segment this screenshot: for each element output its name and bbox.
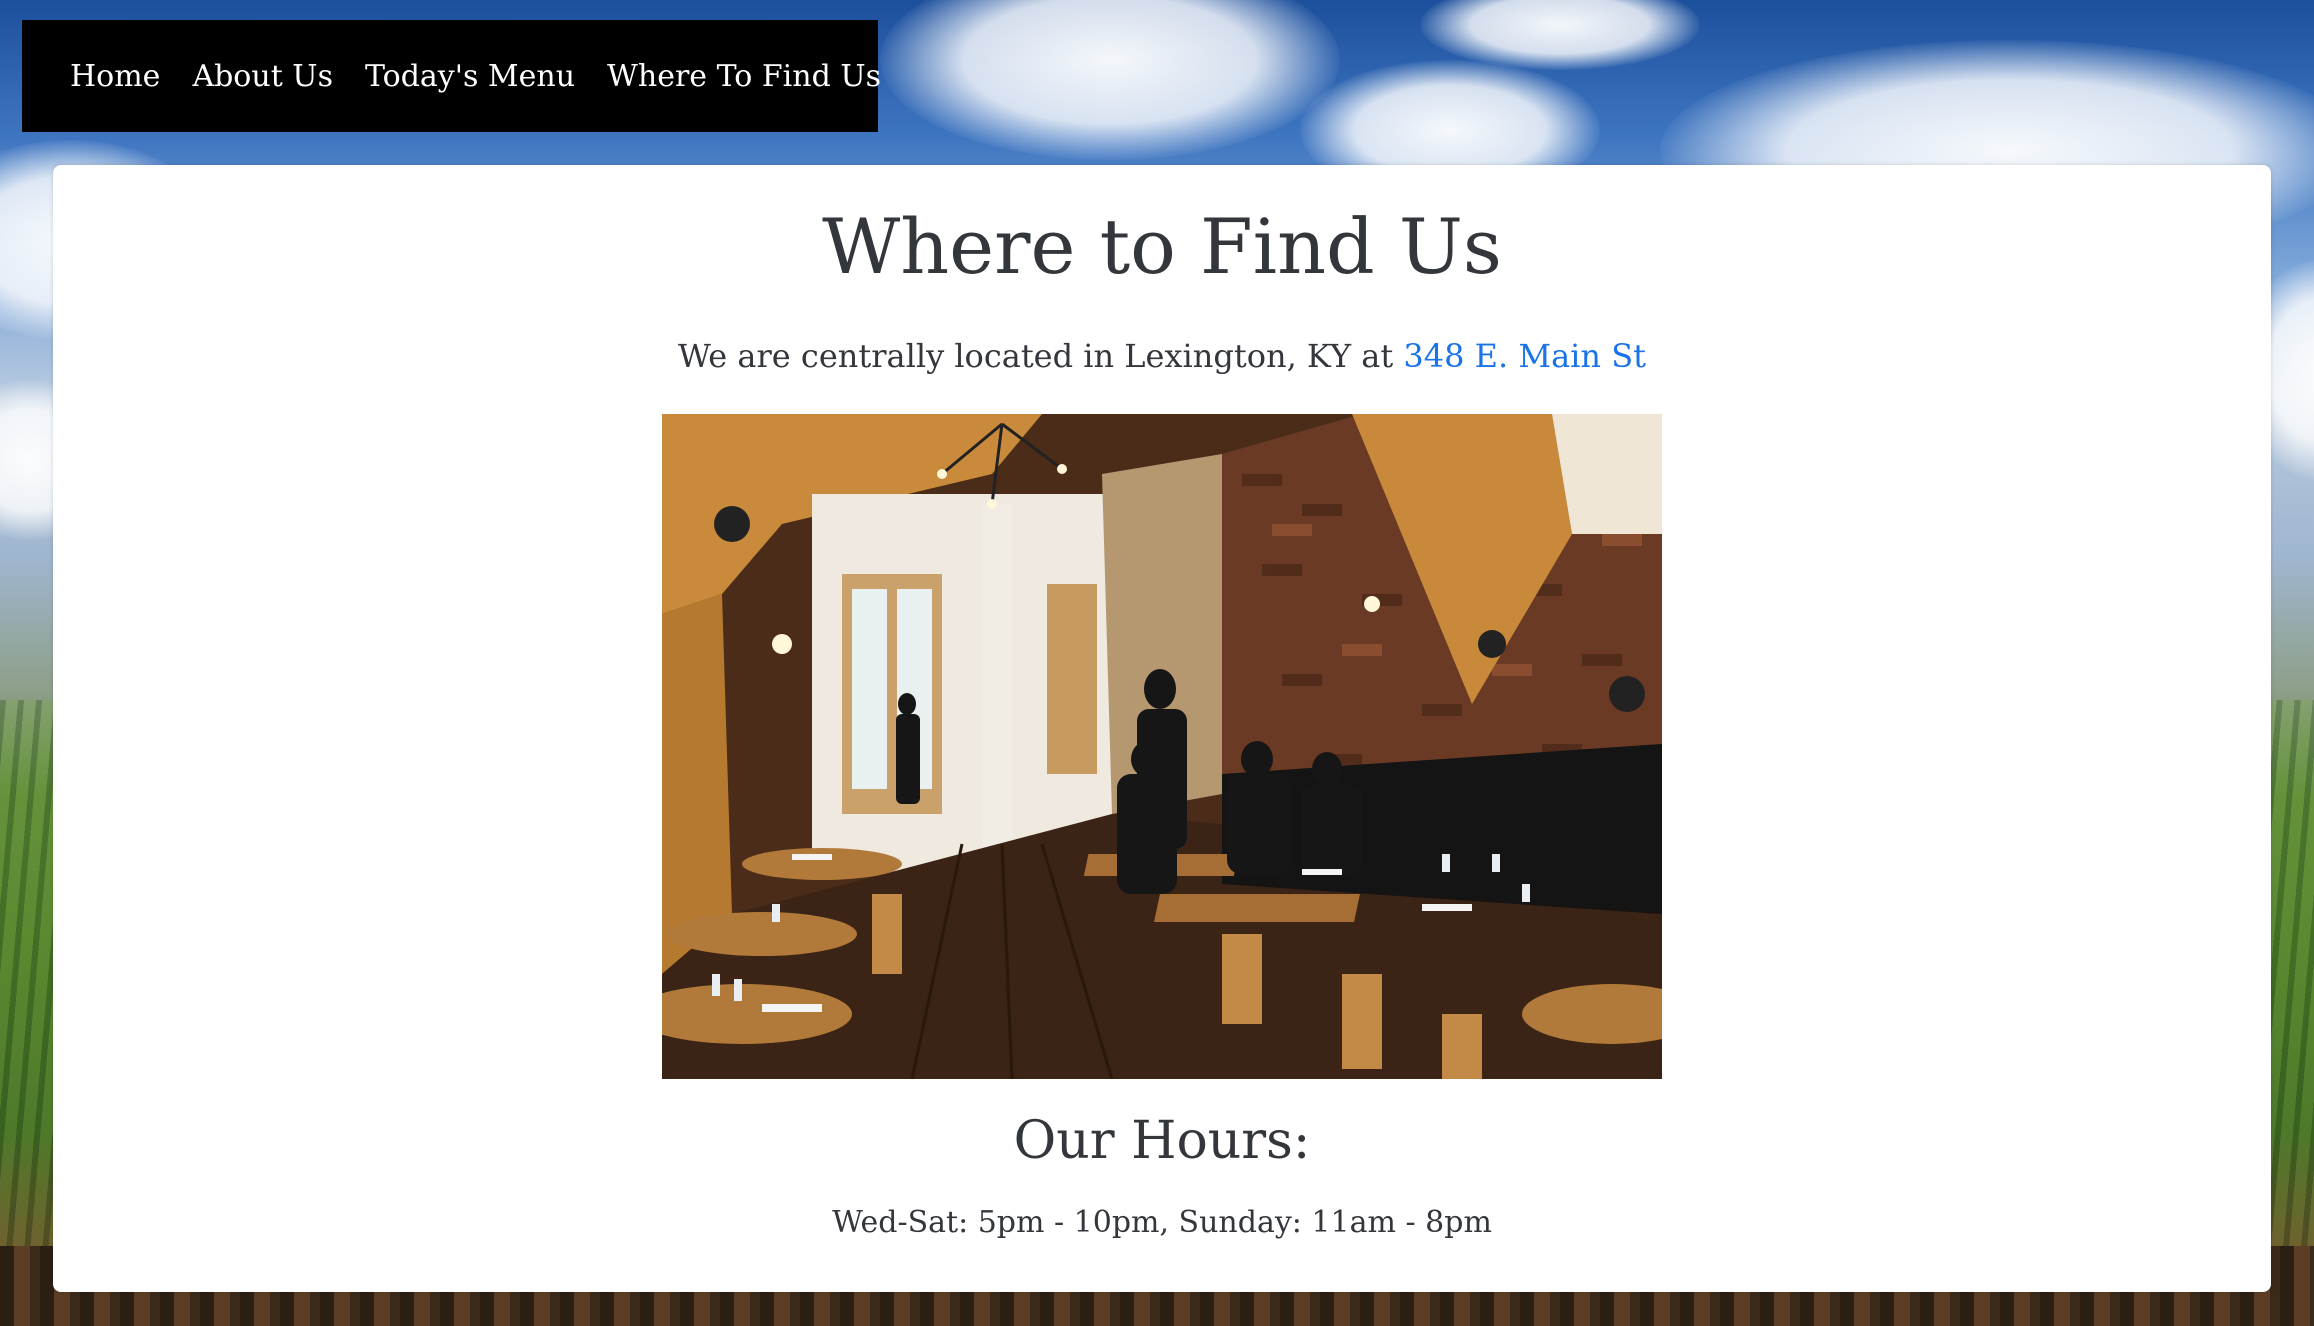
nav-where-to-find-us-link[interactable]: Where To Find Us — [607, 59, 881, 94]
nav-todays-menu-link[interactable]: Today's Menu — [365, 59, 575, 94]
nav-about-us-link[interactable]: About Us — [192, 59, 333, 94]
location-intro-text: We are centrally located in Lexington, K… — [678, 337, 1404, 375]
hours-heading: Our Hours: — [1013, 1111, 1311, 1171]
location-intro: We are centrally located in Lexington, K… — [53, 337, 2271, 375]
restaurant-interior-photo — [662, 414, 1662, 1079]
page-title: Where to Find Us — [822, 202, 1502, 291]
hours-text: Wed-Sat: 5pm - 10pm, Sunday: 11am - 8pm — [832, 1205, 1492, 1240]
nav-home-link[interactable]: Home — [70, 59, 160, 94]
main-nav: Home About Us Today's Menu Where To Find… — [22, 20, 881, 132]
content-card: Where to Find Us We are centrally locate… — [53, 165, 2271, 1292]
address-link[interactable]: 348 E. Main St — [1403, 337, 1646, 375]
